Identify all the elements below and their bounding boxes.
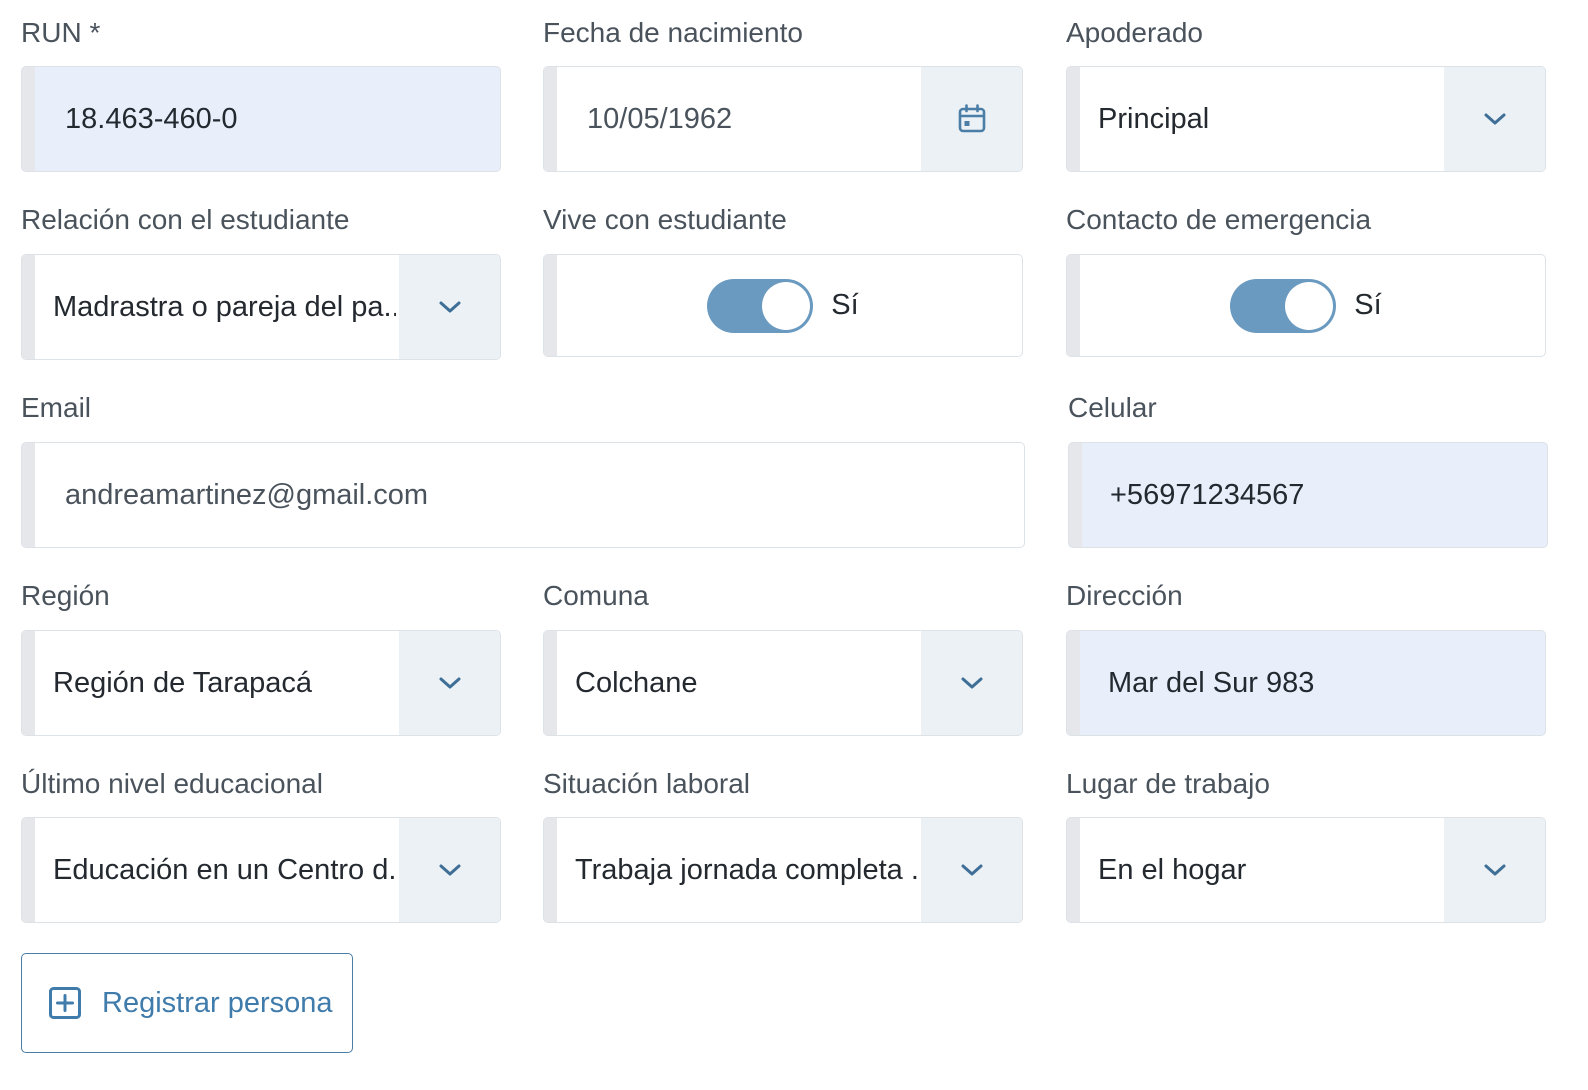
- relation-dropdown-toggle[interactable]: [399, 255, 500, 359]
- lives-with-label: Vive con estudiante: [543, 204, 787, 235]
- education-dropdown-toggle[interactable]: [399, 818, 500, 922]
- address-label: Dirección: [1066, 580, 1183, 611]
- lives-with-toggle[interactable]: [707, 278, 814, 333]
- chevron-down-icon: [439, 301, 460, 313]
- employment-select[interactable]: Trabaja jornada completa ...: [543, 817, 1023, 923]
- calendar-icon: [958, 104, 985, 133]
- birthdate-input[interactable]: 10/05/1962: [543, 66, 1023, 172]
- commune-value: Colchane: [575, 666, 698, 699]
- emergency-state: Sí: [1354, 289, 1382, 321]
- lives-with-field: Sí: [543, 254, 1023, 357]
- education-value: Educación en un Centro d...: [53, 853, 396, 886]
- education-select[interactable]: Educación en un Centro d...: [21, 817, 501, 923]
- guardian-select[interactable]: Principal: [1066, 66, 1546, 172]
- emergency-label: Contacto de emergencia: [1066, 204, 1372, 235]
- register-person-label: Registrar persona: [102, 986, 333, 1019]
- birthdate-value: 10/05/1962: [587, 102, 733, 135]
- phone-input[interactable]: +56971234567: [1068, 442, 1548, 548]
- birthdate-label: Fecha de nacimiento: [543, 17, 803, 48]
- region-value: Región de Tarapacá: [53, 666, 313, 699]
- emergency-toggle[interactable]: [1230, 278, 1337, 333]
- calendar-button[interactable]: [921, 67, 1022, 171]
- email-label: Email: [21, 392, 92, 423]
- guardian-value: Principal: [1098, 102, 1210, 135]
- run-value: 18.463-460-0: [65, 102, 238, 135]
- commune-label: Comuna: [543, 580, 649, 611]
- phone-value: +56971234567: [1110, 478, 1305, 511]
- chevron-down-icon: [961, 864, 982, 876]
- chevron-down-icon: [439, 677, 460, 689]
- chevron-down-icon: [1484, 864, 1505, 876]
- workplace-value: En el hogar: [1098, 853, 1247, 886]
- relation-value: Madrastra o pareja del pa...: [53, 290, 396, 323]
- plus-square-icon: [49, 987, 81, 1019]
- chevron-down-icon: [961, 677, 982, 689]
- address-input[interactable]: Mar del Sur 983: [1066, 630, 1546, 736]
- commune-dropdown-toggle[interactable]: [921, 631, 1022, 735]
- region-dropdown-toggle[interactable]: [399, 631, 500, 735]
- email-value: andreamartinez@gmail.com: [65, 478, 429, 511]
- emergency-field: Sí: [1066, 254, 1546, 357]
- address-value: Mar del Sur 983: [1108, 666, 1315, 699]
- education-label: Último nivel educacional: [21, 768, 323, 799]
- commune-select[interactable]: Colchane: [543, 630, 1023, 736]
- workplace-label: Lugar de trabajo: [1066, 768, 1270, 799]
- phone-label: Celular: [1068, 392, 1157, 423]
- register-person-button[interactable]: Registrar persona: [21, 953, 353, 1053]
- workplace-dropdown-toggle[interactable]: [1444, 818, 1545, 922]
- employment-label: Situación laboral: [543, 768, 751, 799]
- chevron-down-icon: [439, 864, 460, 876]
- run-input[interactable]: 18.463-460-0: [21, 66, 501, 172]
- toggle-knob: [762, 281, 811, 330]
- run-label: RUN *: [21, 17, 101, 48]
- relation-select[interactable]: Madrastra o pareja del pa...: [21, 254, 501, 360]
- region-select[interactable]: Región de Tarapacá: [21, 630, 501, 736]
- chevron-down-icon: [1484, 113, 1505, 125]
- workplace-select[interactable]: En el hogar: [1066, 817, 1546, 923]
- guardian-dropdown-toggle[interactable]: [1444, 67, 1545, 171]
- region-label: Región: [21, 580, 110, 611]
- relation-label: Relación con el estudiante: [21, 204, 350, 235]
- email-input[interactable]: andreamartinez@gmail.com: [21, 442, 1025, 548]
- lives-with-state: Sí: [831, 289, 859, 321]
- employment-value: Trabaja jornada completa ...: [575, 853, 918, 886]
- employment-dropdown-toggle[interactable]: [921, 818, 1022, 922]
- guardian-label: Apoderado: [1066, 17, 1204, 48]
- toggle-knob: [1285, 281, 1334, 330]
